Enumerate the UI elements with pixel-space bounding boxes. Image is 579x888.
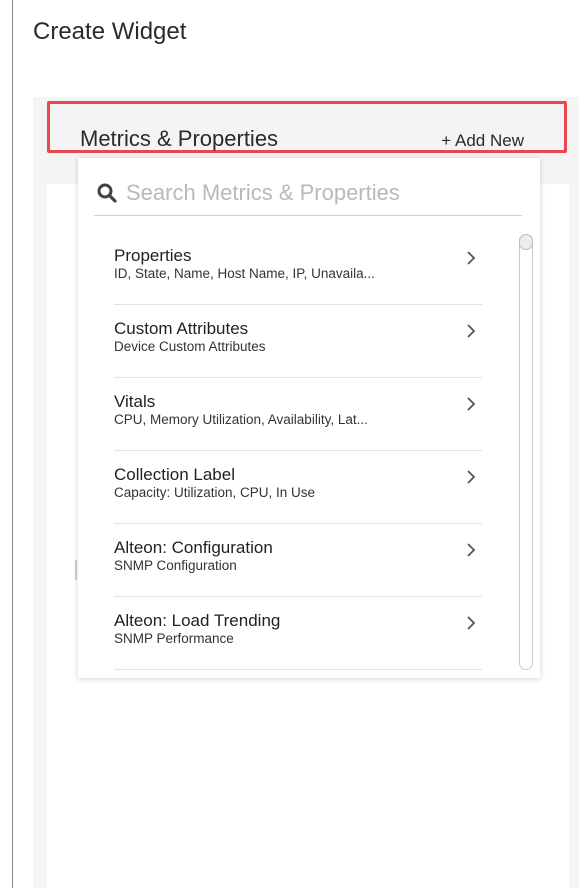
page-title: Create Widget — [33, 18, 187, 45]
section-title: Metrics & Properties — [80, 126, 279, 151]
list-item-title: Custom Attributes — [114, 319, 249, 338]
list-scrollbar[interactable] — [519, 234, 533, 670]
list-item-vitals[interactable]: Vitals CPU, Memory Utilization, Availabi… — [114, 378, 482, 451]
list-item-properties[interactable]: Properties ID, State, Name, Host Name, I… — [114, 232, 482, 305]
chevron-right-icon — [467, 397, 476, 411]
list-item-alteon-load-trending[interactable]: Alteon: Load Trending SNMP Performance — [114, 597, 482, 670]
list-item-custom-attributes[interactable]: Custom Attributes Device Custom Attribut… — [114, 305, 482, 378]
list-item-alteon-configuration[interactable]: Alteon: Configuration SNMP Configuration — [114, 524, 482, 597]
list-item-subtitle: CPU, Memory Utilization, Availability, L… — [114, 412, 368, 427]
chevron-right-icon — [467, 470, 476, 484]
list-item-collection-label[interactable]: Collection Label Capacity: Utilization, … — [114, 451, 482, 524]
metrics-properties-dropdown: Properties ID, State, Name, Host Name, I… — [78, 158, 540, 678]
list-item-title: Alteon: Load Trending — [114, 611, 281, 630]
chevron-right-icon — [467, 616, 476, 630]
list-item-title: Vitals — [114, 392, 156, 411]
list-item-subtitle: Device Custom Attributes — [114, 339, 266, 354]
list-item-subtitle: Capacity: Utilization, CPU, In Use — [114, 485, 316, 500]
list-item-subtitle: SNMP Configuration — [114, 558, 237, 573]
list-item-title: Collection Label — [114, 465, 235, 484]
panel-divider — [75, 560, 77, 580]
list-item-title: Properties — [114, 246, 192, 265]
scrollbar-thumb[interactable] — [519, 234, 533, 250]
add-new-button[interactable]: + Add New — [441, 131, 524, 151]
list-item-subtitle: ID, State, Name, Host Name, IP, Unavaila… — [114, 266, 375, 281]
search-icon — [97, 183, 117, 203]
chevron-right-icon — [467, 324, 476, 338]
search-input[interactable] — [126, 176, 516, 210]
metrics-properties-header: Metrics & Properties + Add New — [47, 101, 567, 153]
chevron-right-icon — [467, 543, 476, 557]
search-bar — [94, 174, 522, 216]
list-item-title: Alteon: Configuration — [114, 538, 273, 557]
list-item-subtitle: SNMP Performance — [114, 631, 234, 646]
chevron-right-icon — [467, 251, 476, 265]
metrics-list: Properties ID, State, Name, Host Name, I… — [114, 232, 482, 670]
